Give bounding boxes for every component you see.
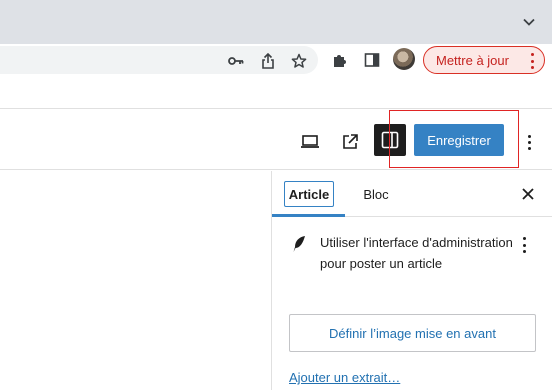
tab-bloc[interactable]: Bloc (356, 181, 396, 207)
address-bar[interactable] (0, 46, 318, 74)
browser-toolbar: Mettre à jour (0, 44, 552, 76)
save-button[interactable]: Enregistrer (414, 124, 504, 156)
update-button-label: Mettre à jour (436, 52, 509, 68)
close-icon[interactable] (518, 184, 538, 204)
extensions-icon[interactable] (330, 50, 350, 70)
featured-image-button[interactable]: Définir l’image mise en avant (289, 314, 536, 352)
settings-sidebar: Article Bloc Utiliser l'interface d'admi… (271, 171, 552, 390)
editor-header: Enregistrer (0, 110, 552, 170)
settings-sidebar-icon[interactable] (374, 124, 406, 156)
browser-tabstrip (0, 0, 552, 44)
add-excerpt-link[interactable]: Ajouter un extrait… (289, 370, 400, 385)
admin-interface-notice: Utiliser l'interface d'administration po… (288, 233, 544, 299)
update-browser-button[interactable]: Mettre à jour (423, 46, 545, 74)
browser-content-top (0, 76, 552, 109)
notice-options-icon[interactable] (520, 237, 528, 253)
update-menu-icon (530, 53, 534, 69)
sidebar-tabs: Article Bloc (272, 171, 552, 217)
tab-article[interactable]: Article (284, 181, 334, 207)
preview-device-icon[interactable] (294, 126, 326, 158)
star-icon[interactable] (290, 52, 308, 70)
feather-icon (292, 235, 308, 253)
profile-avatar[interactable] (393, 48, 415, 70)
external-link-icon[interactable] (334, 126, 366, 158)
active-tab-indicator (272, 214, 345, 217)
more-options-icon[interactable] (519, 128, 539, 156)
key-icon[interactable] (227, 52, 245, 70)
notice-text: Utiliser l'interface d'administration po… (320, 235, 513, 271)
share-icon[interactable] (259, 52, 277, 70)
side-panel-icon[interactable] (362, 50, 382, 70)
editor-canvas[interactable] (0, 171, 271, 390)
chevron-down-icon[interactable] (520, 13, 538, 31)
